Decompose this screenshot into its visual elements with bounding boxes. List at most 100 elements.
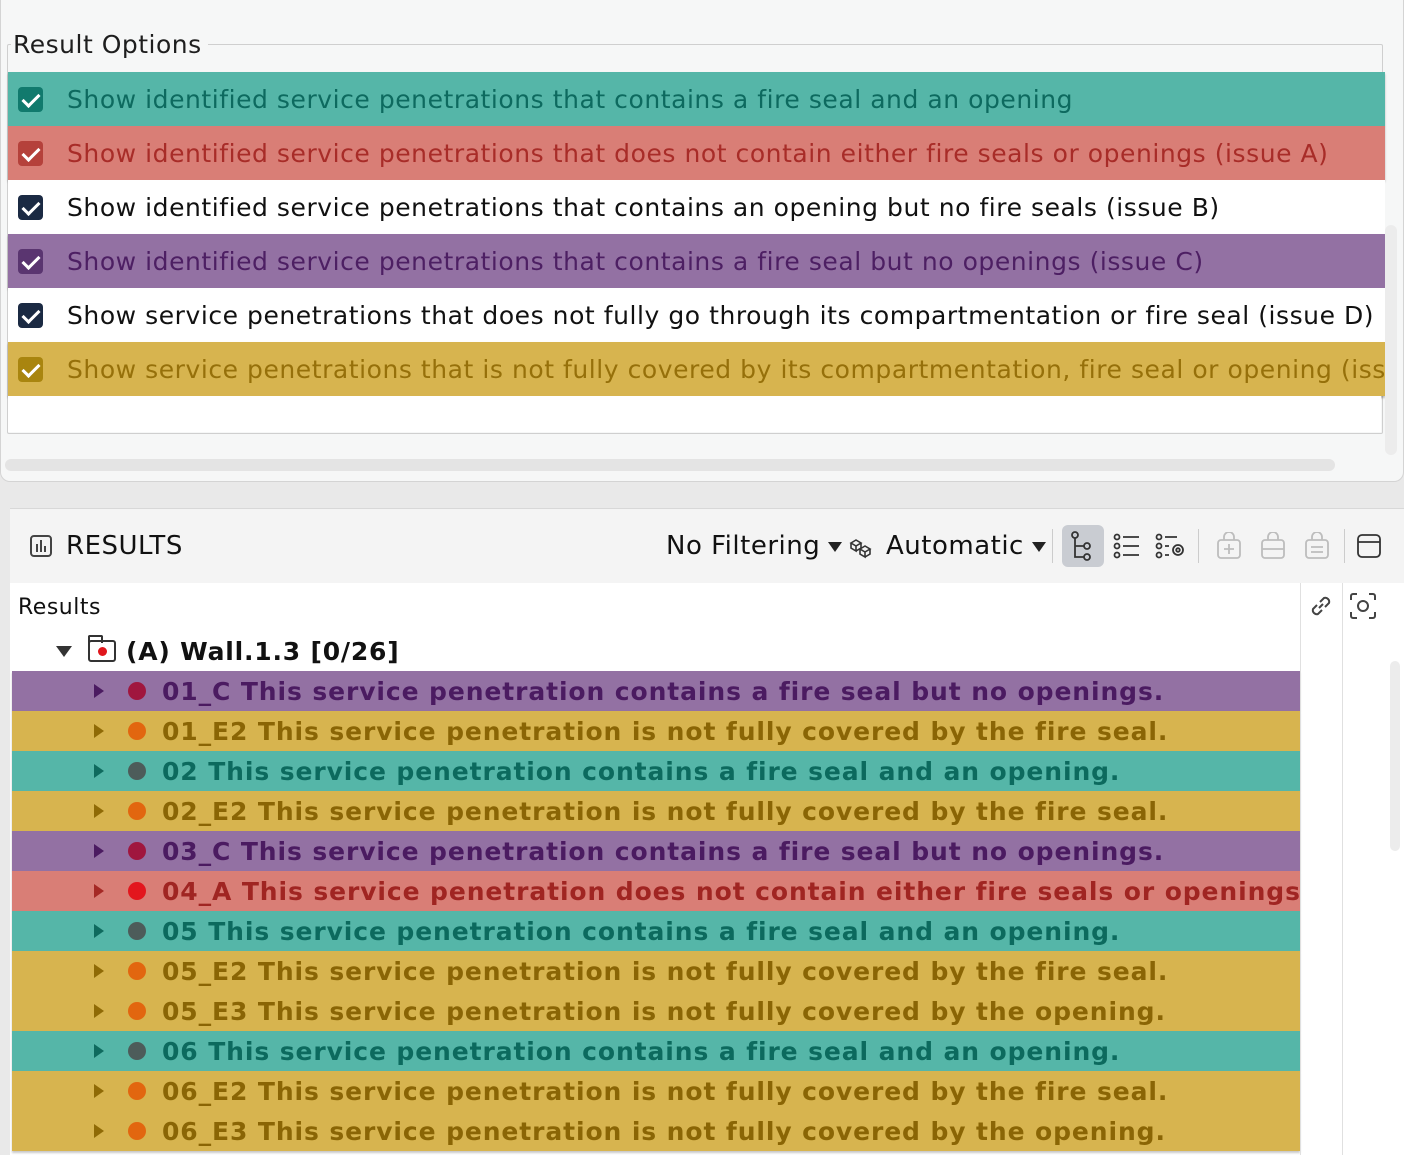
focus-icon[interactable] — [1348, 591, 1378, 621]
caret-right-icon[interactable] — [94, 884, 104, 898]
tree-row[interactable]: 04_A This service penetration does not c… — [12, 871, 1300, 911]
remove-from-bag-button[interactable] — [1252, 525, 1294, 567]
tree-row-label: 06_E3 This service penetration is not fu… — [162, 1116, 1166, 1146]
list-settings-button[interactable] — [1150, 525, 1192, 567]
link-icon[interactable] — [1306, 591, 1336, 628]
tree-row-label: 02 This service penetration contains a f… — [162, 756, 1121, 786]
mode-value: Automatic — [886, 531, 1024, 561]
option-show-issue-a[interactable]: Show identified service penetrations tha… — [8, 126, 1385, 180]
option-label: Show service penetrations that is not fu… — [67, 354, 1385, 384]
tree-row[interactable]: 06_E2 This service penetration is not fu… — [12, 1071, 1300, 1111]
status-dot-icon — [128, 1002, 146, 1020]
filter-value: No Filtering — [666, 531, 821, 561]
caret-right-icon[interactable] — [94, 844, 104, 858]
tree-row[interactable]: 02 This service penetration contains a f… — [12, 751, 1300, 791]
caret-right-icon[interactable] — [94, 924, 104, 938]
results-vertical-scrollbar[interactable] — [1390, 661, 1400, 851]
option-show-issue-d[interactable]: Show service penetrations that does not … — [8, 288, 1385, 342]
options-empty-area — [8, 396, 1381, 432]
filter-dropdown[interactable]: No Filtering — [666, 531, 843, 561]
column-divider — [1342, 583, 1343, 1155]
status-dot-icon — [128, 962, 146, 980]
checkbox-issue-e[interactable] — [18, 356, 43, 382]
list-settings-icon — [1155, 533, 1184, 559]
tree-row-label: 05_E2 This service penetration is not fu… — [162, 956, 1169, 986]
option-show-issue-b[interactable]: Show identified service penetrations tha… — [8, 180, 1385, 234]
tree-row-label: 06_E2 This service penetration is not fu… — [162, 1076, 1169, 1106]
caret-right-icon[interactable] — [94, 1004, 104, 1018]
option-label: Show identified service penetrations tha… — [67, 84, 1074, 114]
status-dot-icon — [128, 1082, 146, 1100]
tree-row[interactable]: 05_E2 This service penetration is not fu… — [12, 951, 1300, 991]
tree-row-label: 03_C This service penetration contains a… — [162, 836, 1165, 866]
mode-dropdown[interactable]: Automatic — [886, 531, 1046, 561]
tree-row[interactable]: 05 This service penetration contains a f… — [12, 911, 1300, 951]
tree-row[interactable]: 01_C This service penetration contains a… — [12, 671, 1300, 711]
chevron-down-icon — [828, 541, 843, 552]
results-tree: (A) Wall.1.3 [0/26] 01_C This service pe… — [10, 631, 1404, 1155]
tree-view-button[interactable] — [1062, 525, 1104, 567]
panel-icon — [1357, 534, 1381, 558]
column-divider — [1300, 583, 1301, 1155]
results-column-label: Results — [18, 595, 101, 620]
group-label: (A) Wall.1.3 [0/26] — [126, 636, 400, 666]
option-label: Show identified service penetrations tha… — [67, 192, 1220, 222]
list-view-icon — [1113, 533, 1139, 559]
options-horizontal-scrollbar[interactable] — [5, 459, 1335, 471]
caret-right-icon[interactable] — [94, 684, 104, 698]
caret-down-icon[interactable] — [56, 645, 72, 657]
toolbar-separator — [1198, 529, 1199, 563]
bar-chart-icon — [30, 535, 52, 557]
options-vertical-scrollbar[interactable] — [1385, 225, 1397, 455]
caret-right-icon[interactable] — [94, 804, 104, 818]
caret-right-icon[interactable] — [94, 1044, 104, 1058]
tree-row[interactable]: 06_E3 This service penetration is not fu… — [12, 1111, 1300, 1151]
cubes-icon — [848, 537, 874, 565]
list-view-button[interactable] — [1106, 525, 1148, 567]
option-show-issue-e[interactable]: Show service penetrations that is not fu… — [8, 342, 1385, 396]
checkbox-issue-c[interactable] — [18, 248, 43, 274]
status-dot-icon — [128, 1122, 146, 1140]
tree-row-label: 02_E2 This service penetration is not fu… — [162, 796, 1169, 826]
bag-list-icon — [1305, 532, 1329, 559]
status-dot-icon — [128, 762, 146, 780]
tree-row[interactable]: 01_E2 This service penetration is not fu… — [12, 711, 1300, 751]
tree-row-label: 06 This service penetration contains a f… — [162, 1036, 1121, 1066]
tree-row[interactable]: 03_C This service penetration contains a… — [12, 831, 1300, 871]
option-show-seal-and-opening[interactable]: Show identified service penetrations tha… — [8, 72, 1385, 126]
chevron-down-icon — [1031, 541, 1046, 552]
tree-row-label: 04_A This service penetration does not c… — [162, 876, 1300, 906]
option-label: Show identified service penetrations tha… — [67, 246, 1204, 276]
status-dot-icon — [128, 802, 146, 820]
checkbox-seal-and-opening[interactable] — [18, 86, 43, 112]
checkbox-issue-a[interactable] — [18, 140, 43, 166]
panel-button[interactable] — [1348, 525, 1390, 567]
result-options-legend: Result Options — [11, 30, 208, 59]
caret-right-icon[interactable] — [94, 724, 104, 738]
checkbox-issue-b[interactable] — [18, 194, 43, 220]
tree-group-row[interactable]: (A) Wall.1.3 [0/26] — [10, 631, 1300, 671]
add-to-bag-button[interactable] — [1208, 525, 1250, 567]
caret-right-icon[interactable] — [94, 1124, 104, 1138]
toolbar-separator — [1052, 529, 1053, 563]
results-title: RESULTS — [66, 531, 183, 561]
tree-row[interactable]: 05_E3 This service penetration is not fu… — [12, 991, 1300, 1031]
tree-row-label: 01_C This service penetration contains a… — [162, 676, 1165, 706]
status-dot-icon — [128, 722, 146, 740]
folder-icon — [88, 635, 116, 662]
tree-view-icon — [1071, 531, 1091, 561]
status-dot-icon — [128, 882, 146, 900]
bag-remove-icon — [1261, 532, 1285, 559]
checkbox-issue-d[interactable] — [18, 302, 43, 328]
option-show-issue-c[interactable]: Show identified service penetrations tha… — [8, 234, 1385, 288]
bag-list-button[interactable] — [1296, 525, 1338, 567]
status-dot-icon — [128, 922, 146, 940]
caret-right-icon[interactable] — [94, 764, 104, 778]
tree-row[interactable]: 02_E2 This service penetration is not fu… — [12, 791, 1300, 831]
tree-row-label: 05 This service penetration contains a f… — [162, 916, 1121, 946]
results-toolbar: RESULTS No Filtering Automatic — [10, 509, 1404, 583]
tree-row-label: 05_E3 This service penetration is not fu… — [162, 996, 1166, 1026]
tree-row[interactable]: 06 This service penetration contains a f… — [12, 1031, 1300, 1071]
caret-right-icon[interactable] — [94, 1084, 104, 1098]
caret-right-icon[interactable] — [94, 964, 104, 978]
